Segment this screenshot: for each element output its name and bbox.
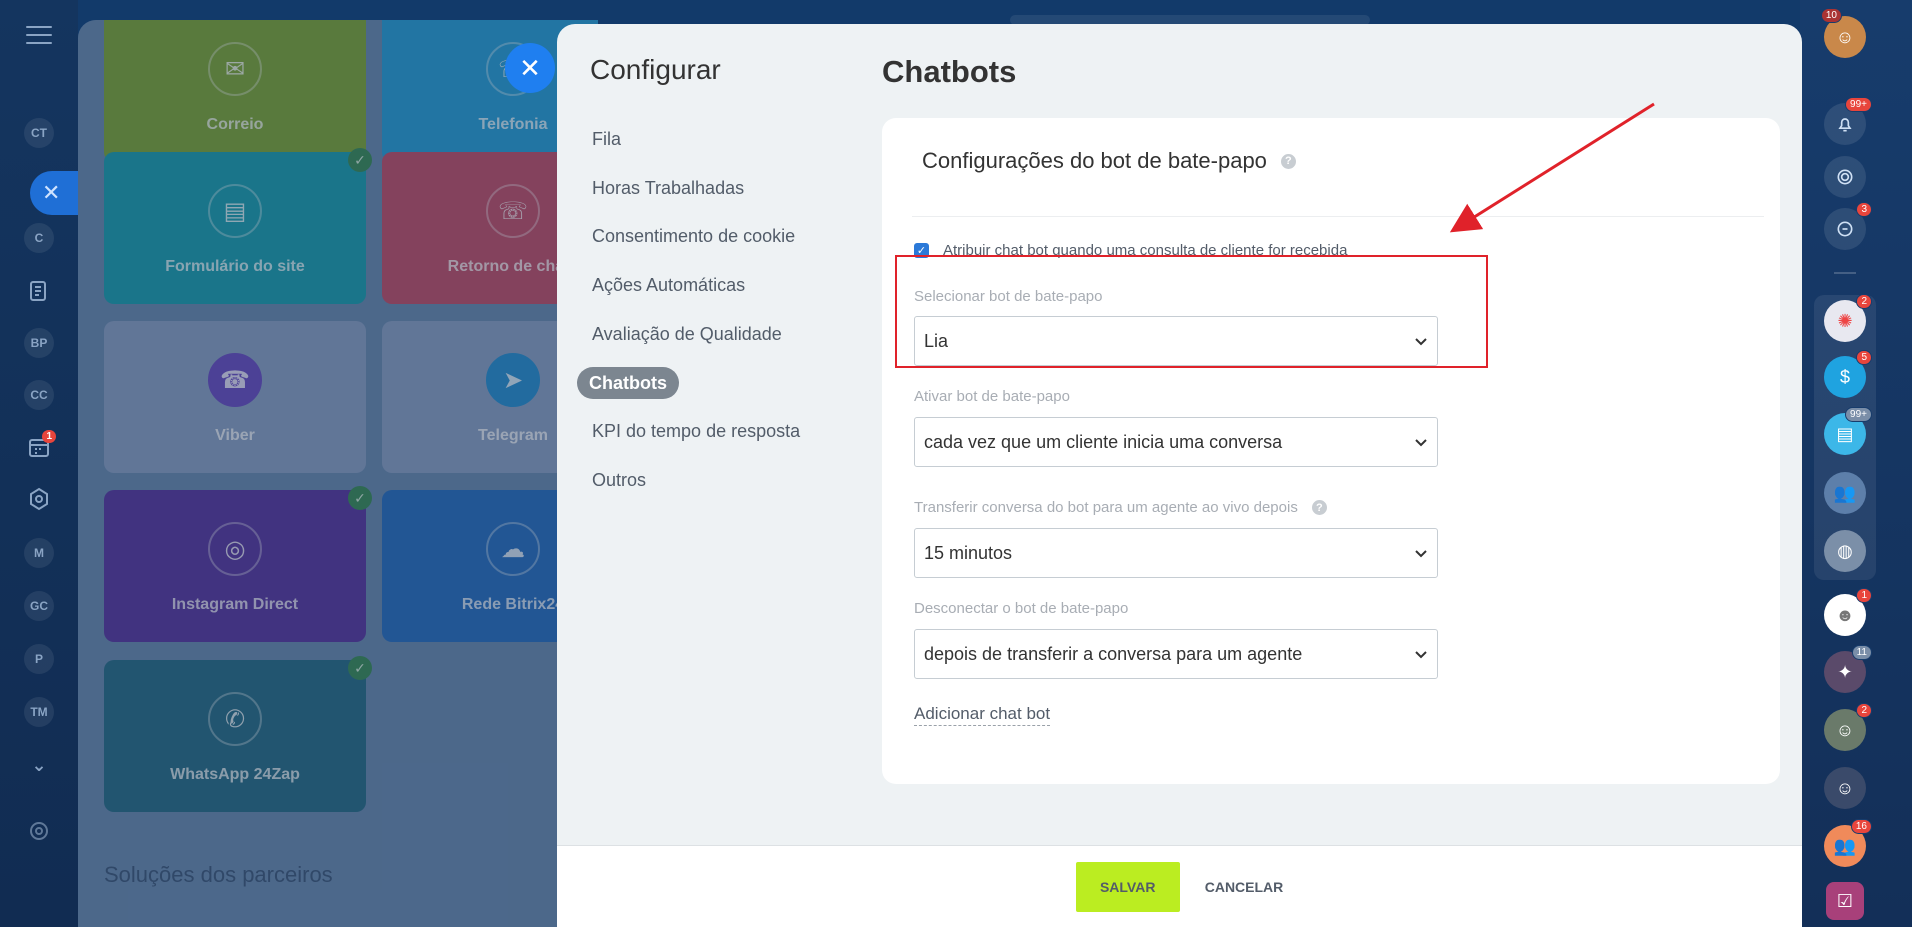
menu-item-avaliacao[interactable]: Avaliação de Qualidade — [592, 324, 782, 345]
avatar-badge: 2 — [1856, 703, 1872, 718]
chevron-down-icon — [1415, 651, 1427, 659]
chat-avatar-7[interactable]: ✦ 11 — [1824, 645, 1872, 693]
menu-icon[interactable] — [26, 26, 52, 50]
chevron-down-icon — [1415, 550, 1427, 558]
chat-avatar-1[interactable]: ✺ 2 — [1824, 294, 1872, 342]
select-value: cada vez que um cliente inicia uma conve… — [924, 431, 1283, 452]
background-page: ✉ Correio ☏ Telefonia ✓ ▤ Formulário do … — [78, 20, 598, 927]
hexagon-icon[interactable] — [20, 480, 58, 518]
select-value: Lia — [924, 330, 949, 351]
card-divider — [912, 216, 1764, 217]
disconnect-bot-label: Desconectar o bot de bate-papo — [914, 600, 1129, 617]
menu-item-horas[interactable]: Horas Trabalhadas — [592, 178, 744, 199]
chat-avatar-2[interactable]: $5 — [1824, 350, 1872, 398]
select-value: depois de transferir a conversa para um … — [924, 643, 1303, 664]
group-avatar[interactable]: 👥 — [1824, 472, 1866, 514]
chat-avatar-3[interactable]: ▤ 99+ — [1824, 407, 1872, 455]
chevron-down-icon[interactable]: ⌄ — [20, 746, 58, 784]
rail-item-ct[interactable]: CT — [24, 118, 54, 148]
avatar-badge: 1 — [1856, 588, 1872, 603]
chevron-down-icon — [1415, 439, 1427, 447]
menu-item-outros[interactable]: Outros — [592, 470, 646, 491]
notifications-badge: 99+ — [1845, 97, 1872, 112]
document-icon[interactable] — [20, 272, 58, 310]
rail-item-tm[interactable]: TM — [24, 697, 54, 727]
activate-bot-dropdown[interactable]: cada vez que um cliente inicia uma conve… — [914, 417, 1438, 467]
rail-item-c[interactable]: C — [24, 223, 54, 253]
select-bot-label: Selecionar bot de bate-papo — [914, 288, 1103, 305]
chat-avatar-5[interactable]: ◍ — [1824, 530, 1866, 572]
avatar-badge: 11 — [1851, 645, 1872, 660]
transfer-label: Transferir conversa do bot para um agent… — [914, 499, 1327, 516]
right-rail-separator — [1834, 272, 1856, 274]
rail-badge: 1 — [42, 430, 56, 443]
assign-bot-checkbox[interactable]: ✓ — [914, 243, 929, 258]
rail-item-m[interactable]: M — [24, 538, 54, 568]
rail-active-close-icon[interactable]: ✕ — [30, 171, 78, 215]
user-avatar[interactable]: ☺ 10 — [1820, 8, 1866, 58]
rail-item-gc[interactable]: GC — [24, 591, 54, 621]
chat-avatar-10[interactable]: 👥 16 — [1824, 819, 1872, 867]
chat-badge: 3 — [1856, 202, 1872, 217]
add-chatbot-link[interactable]: Adicionar chat bot — [914, 704, 1051, 726]
assign-bot-label[interactable]: Atribuir chat bot quando uma consulta de… — [943, 242, 1347, 259]
help-icon[interactable]: ? — [1280, 153, 1296, 169]
menu-item-kpi[interactable]: KPI do tempo de resposta — [592, 421, 800, 442]
activate-bot-label: Ativar bot de bate-papo — [914, 388, 1070, 405]
menu-item-acoes[interactable]: Ações Automáticas — [592, 275, 745, 296]
settings-slider: Configurar Fila Horas Trabalhadas Consen… — [557, 24, 1802, 927]
menu-title: Configurar — [590, 54, 721, 85]
card-heading: Configurações do bot de bate-papo ? — [922, 148, 1296, 174]
close-slider-button[interactable]: ✕ — [505, 43, 555, 93]
tasks-icon[interactable]: ☑ — [1826, 882, 1864, 920]
dim-overlay — [78, 20, 598, 927]
left-app-rail: CT ✕ C BP CC 1 M GC P TM ⌄ — [0, 0, 78, 927]
right-rail: ☺ 10 99+ 3 ✺ 2 $5 ▤ 99+ 👥 ◍ ☻ 1 ✦ 11 ☺ 2 ☺ 👥 16… — [1800, 0, 1912, 927]
card-heading-text: Configurações do bot de bate-papo — [922, 148, 1267, 173]
chatbot-settings-card: Configurações do bot de bate-papo ? ✓ At… — [882, 118, 1780, 784]
menu-item-fila[interactable]: Fila — [592, 129, 621, 150]
top-counter-badge: 10 — [1820, 8, 1842, 23]
menu-item-chatbots[interactable]: Chatbots — [577, 367, 679, 399]
assign-bot-row: ✓ Atribuir chat bot quando uma consulta … — [914, 242, 1347, 259]
calendar-grid-icon[interactable]: 1 — [20, 428, 58, 466]
rail-item-bp[interactable]: BP — [24, 328, 54, 358]
page-title: Chatbots — [882, 54, 1017, 89]
select-value: 15 minutos — [924, 542, 1013, 563]
bell-icon[interactable]: 99+ — [1824, 97, 1872, 145]
transfer-dropdown[interactable]: 15 minutos — [914, 528, 1438, 578]
avatar-badge: 5 — [1856, 350, 1872, 365]
chat-avatar-6[interactable]: ☻ 1 — [1824, 588, 1872, 636]
cancel-button[interactable]: CANCELAR — [1205, 879, 1284, 895]
footer-bar: SALVAR CANCELAR — [557, 845, 1802, 927]
chevron-down-icon — [1415, 338, 1427, 346]
chat-search-icon[interactable]: 3 — [1824, 202, 1872, 250]
rail-item-p[interactable]: P — [24, 644, 54, 674]
select-bot-dropdown[interactable]: Lia — [914, 316, 1438, 366]
chat-avatar-9[interactable]: ☺ — [1824, 767, 1866, 809]
chat-avatar-8[interactable]: ☺ 2 — [1824, 703, 1872, 751]
rail-item-cc[interactable]: CC — [24, 380, 54, 410]
transfer-label-text: Transferir conversa do bot para um agent… — [914, 499, 1298, 516]
gear-icon[interactable] — [20, 812, 58, 850]
help-icon[interactable]: ? — [1311, 500, 1327, 515]
save-button[interactable]: SALVAR — [1075, 861, 1180, 912]
menu-item-cookie[interactable]: Consentimento de cookie — [592, 226, 795, 247]
disconnect-bot-dropdown[interactable]: depois de transferir a conversa para um … — [914, 629, 1438, 679]
spiral-icon[interactable] — [1824, 156, 1866, 198]
avatar-badge: 2 — [1856, 294, 1872, 309]
avatar-badge: 99+ — [1845, 407, 1872, 422]
avatar-badge: 16 — [1850, 819, 1872, 834]
